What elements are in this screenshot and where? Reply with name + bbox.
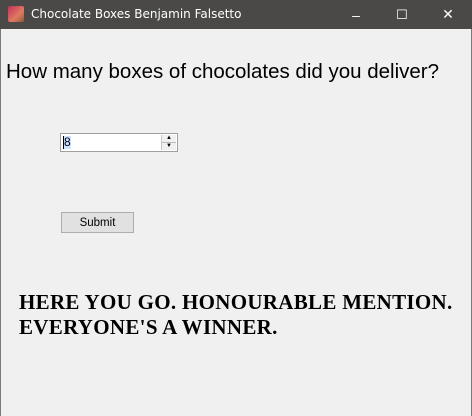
boxes-value[interactable]: 8 (63, 136, 71, 149)
result-message: Here you go. Honourable mention. Everyon… (19, 290, 453, 340)
boxes-numeric-input[interactable]: 8 ▲ ▼ (60, 133, 178, 152)
window-border-left (0, 29, 1, 416)
window-title: Chocolate Boxes Benjamin Falsetto (31, 7, 242, 21)
title-bar: Chocolate Boxes Benjamin Falsetto – ☐ ✕ (0, 0, 472, 29)
maximize-button[interactable]: ☐ (379, 0, 425, 29)
spin-down-icon[interactable]: ▼ (162, 143, 176, 150)
submit-button[interactable]: Submit (61, 212, 134, 233)
result-line-2: Everyone's a winner. (19, 315, 278, 339)
result-line-1: Here you go. Honourable mention. (19, 290, 453, 314)
close-button[interactable]: ✕ (425, 0, 471, 29)
question-label: How many boxes of chocolates did you del… (6, 60, 440, 83)
spinner-buttons: ▲ ▼ (161, 135, 176, 150)
spin-up-icon[interactable]: ▲ (162, 135, 176, 143)
minimize-button[interactable]: – (333, 0, 379, 29)
app-icon (8, 6, 24, 22)
